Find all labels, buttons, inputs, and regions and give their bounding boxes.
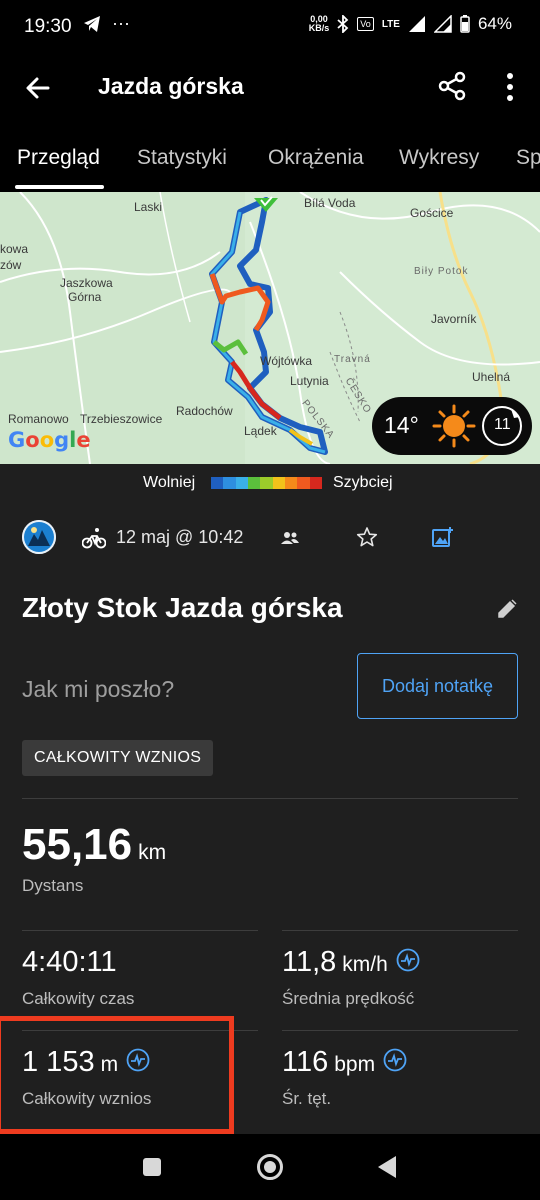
notification-icons: ··· <box>82 14 130 34</box>
avg-speed-unit: km/h <box>342 953 388 976</box>
legend-color-segment <box>247 477 261 489</box>
legend-color-segment <box>284 477 298 489</box>
tab-okrazenia[interactable]: Okrążenia <box>268 146 364 170</box>
tab-bar: Przegląd Statystyki Okrążenia Wykresy Sp <box>0 120 540 190</box>
legend-fast: Szybciej <box>333 474 393 491</box>
legend-slow: Wolniej <box>143 474 196 491</box>
chart-info-icon[interactable] <box>383 1048 407 1072</box>
add-photo-icon[interactable] <box>432 526 454 548</box>
map-place: Laski <box>134 200 163 214</box>
system-icons: 0,00 KB/s Vo LTE 64% <box>309 14 512 34</box>
more-options-icon[interactable] <box>498 70 522 104</box>
tab-sp[interactable]: Sp <box>516 146 540 170</box>
legend-color-segment <box>235 477 248 489</box>
map-place: Gościce <box>410 206 454 220</box>
avg-speed-value: 11,8 <box>282 946 337 978</box>
wind-speed: 11 <box>494 416 511 433</box>
tab-przeglad[interactable]: Przegląd <box>17 146 100 170</box>
map-place: Wójtówka <box>260 354 313 368</box>
map-place: Travná <box>334 354 371 365</box>
legend-color-segment <box>309 477 322 489</box>
avg-hr-label: Śr. tęt. <box>282 1089 332 1108</box>
home-button[interactable] <box>257 1154 283 1180</box>
bluetooth-icon <box>337 15 349 33</box>
legend-color-segment <box>223 477 236 489</box>
tab-statystyki[interactable]: Statystyki <box>137 146 227 170</box>
divider <box>22 798 518 799</box>
weather-temperature: 14° <box>384 412 419 438</box>
total-ascent-chip[interactable]: CAŁKOWITY WZNIOS <box>22 740 214 776</box>
route-map[interactable]: Laski Bílá Voda Gościce kowa zów Jaszkow… <box>0 192 540 464</box>
divider <box>282 930 518 931</box>
activity-title: Złoty Stok Jazda górska <box>22 592 343 623</box>
note-prompt: Jak mi poszło? <box>22 676 175 702</box>
people-icon[interactable] <box>280 528 300 548</box>
star-icon[interactable] <box>356 526 378 548</box>
map-place: Radochów <box>176 404 233 418</box>
more-notifications-icon: ··· <box>112 13 130 33</box>
edit-icon[interactable] <box>496 598 518 620</box>
status-bar: 19:30 ··· 0,00 KB/s Vo LTE 64% <box>0 0 540 56</box>
total-time-value: 4:40:11 <box>22 946 117 978</box>
net-speed: 0,00 KB/s <box>308 14 330 33</box>
system-nav-bar <box>0 1134 540 1200</box>
total-time-stat: 4:40:11 Całkowity czas <box>22 946 134 1009</box>
map-place: Górna <box>68 290 102 304</box>
avg-speed-stat: 11,8 km/h Średnia prędkość <box>282 946 420 1009</box>
map-place: Uhelná <box>472 370 511 384</box>
legend-color-segment <box>260 477 273 489</box>
battery-level: 64% <box>477 14 512 33</box>
total-time-label: Całkowity czas <box>22 989 135 1008</box>
back-arrow-icon[interactable] <box>22 72 54 104</box>
avg-speed-label: Średnia prędkość <box>282 989 415 1008</box>
add-note-button[interactable]: Dodaj notatkę <box>357 653 518 719</box>
map-place: zów <box>0 258 22 272</box>
sun-icon <box>432 404 476 448</box>
weather-badge: 14° 11 <box>372 397 532 455</box>
avg-hr-stat: 116 bpm Śr. tęt. <box>282 1046 407 1109</box>
activity-meta-row: 12 maj @ 10:42 <box>0 516 540 560</box>
divider <box>22 930 258 931</box>
volte-icon: Vo <box>357 17 374 31</box>
map-place: Jaszkowa <box>60 276 113 290</box>
avatar[interactable] <box>22 520 56 554</box>
active-tab-indicator <box>15 185 104 189</box>
google-logo: Google <box>8 428 91 452</box>
lte-label: LTE <box>381 18 400 30</box>
signal-icon-2 <box>433 15 452 33</box>
avg-hr-value: 116 <box>282 1046 329 1078</box>
map-place: Romanowo <box>8 412 69 426</box>
legend-color-segment <box>297 477 310 489</box>
map-place: kowa <box>0 242 29 256</box>
avg-hr-unit: bpm <box>334 1053 376 1076</box>
map-place: Trzebieszowice <box>80 412 163 426</box>
chart-info-icon[interactable] <box>396 948 420 972</box>
telegram-icon <box>84 16 100 32</box>
legend-color-segment <box>211 477 224 489</box>
distance-label: Dystans <box>22 876 84 895</box>
divider <box>282 1030 518 1031</box>
distance-unit: km <box>138 841 167 864</box>
map-place: Biły Potok <box>414 266 469 277</box>
activity-date: 12 maj @ 10:42 <box>116 527 244 547</box>
distance-value: 55,16 km <box>22 820 167 869</box>
status-time: 19:30 <box>24 16 72 37</box>
back-button[interactable] <box>378 1156 396 1178</box>
map-place: Lądek <box>244 424 277 438</box>
speed-legend: Wolniej Szybciej <box>0 464 540 504</box>
share-icon[interactable] <box>436 70 468 102</box>
highlight-box <box>0 1016 234 1134</box>
bike-icon <box>82 528 106 549</box>
signal-icon <box>408 16 425 32</box>
map-place: Javorník <box>431 312 477 326</box>
app-title: Jazda górska <box>98 73 244 99</box>
legend-color-segment <box>272 477 285 489</box>
app-bar: Jazda górska <box>0 56 540 120</box>
tab-wykresy[interactable]: Wykresy <box>399 146 479 170</box>
map-place: Lutynia <box>290 374 329 388</box>
map-place: Bílá Voda <box>304 196 356 210</box>
recent-apps-button[interactable] <box>143 1158 161 1176</box>
battery-icon <box>460 15 470 33</box>
speed-gradient-bar <box>211 477 322 489</box>
